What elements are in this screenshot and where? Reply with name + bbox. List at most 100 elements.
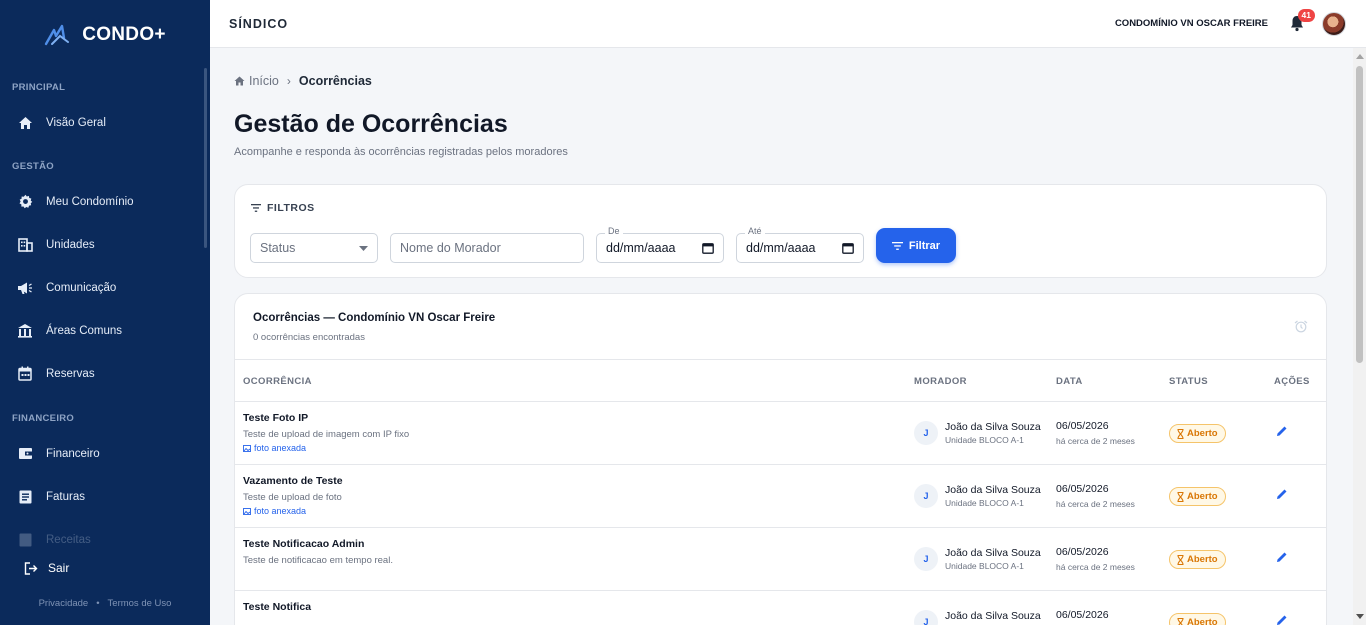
image-icon [243,507,251,515]
occurrences-count: 0 ocorrências encontradas [253,332,365,343]
hourglass-icon [1177,428,1184,439]
occurrence-date: 06/05/2026 [1056,483,1109,495]
common-area-icon [17,323,33,339]
photo-attachment-link[interactable]: foto anexada [243,443,306,453]
chevron-down-icon [359,245,368,251]
hourglass-icon [1177,491,1184,502]
logout-icon [24,561,38,575]
occurrence-description: Teste de upload de foto [243,492,342,503]
occurrence-date: 06/05/2026 [1056,546,1109,558]
status-label: Aberto [1187,554,1218,565]
occurrence-relative-date: há cerca de 2 meses [1056,436,1135,446]
column-header-actions: AÇÕES [1274,376,1310,387]
filter-icon [891,241,903,250]
column-header-occurrence: OCORRÊNCIA [243,376,312,387]
resident-name: João da Silva Souza [945,610,1041,622]
edit-icon[interactable] [1276,614,1288,625]
logout-button[interactable]: Sair [0,556,186,580]
edit-icon[interactable] [1276,425,1288,437]
condo-selector[interactable]: CONDOMÍNIO VN OSCAR FREIRE [1115,18,1268,29]
calendar-icon [17,366,33,382]
page-scrollbar[interactable] [1353,48,1366,625]
status-select[interactable]: Status [250,233,378,263]
status-label: Aberto [1187,491,1218,502]
breadcrumb-home[interactable]: Início [234,74,279,88]
status-badge: Aberto [1169,613,1226,625]
sidebar-item-meu-condominio[interactable]: Meu Condomínio [0,180,210,223]
date-from-input[interactable]: De dd/mm/aaaa [596,226,724,263]
calendar-icon[interactable] [842,242,854,254]
sidebar-item-visao-geral[interactable]: Visão Geral [0,101,210,144]
terms-link[interactable]: Termos de Uso [108,598,172,609]
occurrence-relative-date: há cerca de 2 meses [1056,562,1135,572]
sidebar-item-label: Reservas [46,367,95,380]
occurrence-title: Vazamento de Teste [243,475,343,487]
occurrence-title: Teste Notifica [243,601,312,613]
legal-links: Privacidade • Termos de Uso [0,598,210,609]
table-row[interactable]: Teste Notificacao Admin Teste de notific… [235,528,1326,591]
occurrence-description: Teste de upload de imagem com IP fixo [243,429,410,440]
date-to-placeholder: dd/mm/aaaa [746,241,816,255]
sidebar-item-faturas[interactable]: Faturas [0,475,210,518]
filters-title-label: FILTROS [267,202,315,214]
main-content: Início › Ocorrências Gestão de Ocorrênci… [210,48,1353,625]
resident-unit: Unidade BLOCO A-1 [945,561,1024,571]
scroll-up-arrow-icon[interactable] [1356,54,1364,59]
sidebar-item-label: Áreas Comuns [46,324,123,337]
column-header-resident: MORADOR [914,376,967,387]
filter-icon [251,204,261,212]
sidebar: CONDO+ PRINCIPAL Visão Geral GESTÃO Meu … [0,0,210,625]
sidebar-item-comunicacao[interactable]: Comunicação [0,266,210,309]
topbar: SÍNDICO CONDOMÍNIO VN OSCAR FREIRE 41 [210,0,1366,48]
sidebar-item-label: Unidades [46,238,95,251]
brand[interactable]: CONDO+ [0,0,210,70]
calendar-icon[interactable] [702,242,714,254]
photo-attachment-link[interactable]: foto anexada [243,506,306,516]
edit-icon[interactable] [1276,551,1288,563]
edit-icon[interactable] [1276,488,1288,500]
sidebar-item-areas-comuns[interactable]: Áreas Comuns [0,309,210,352]
user-avatar[interactable] [1322,12,1346,36]
section-title-gestao: GESTÃO [12,161,54,172]
scrollbar-thumb[interactable] [1356,66,1363,363]
section-title-principal: PRINCIPAL [12,82,66,93]
home-icon [234,76,245,86]
breadcrumb: Início › Ocorrências [234,74,372,88]
hourglass-icon [1177,554,1184,565]
sidebar-item-label: Financeiro [46,447,100,460]
filter-button[interactable]: Filtrar [876,228,956,263]
sidebar-scrollbar[interactable] [204,68,207,248]
invoice-icon [17,489,33,505]
column-header-status: STATUS [1169,376,1208,387]
date-from-label: De [605,226,623,236]
table-row[interactable]: Teste Notifica J João da Silva Souza 06/… [235,591,1326,625]
sidebar-item-label: Meu Condomínio [46,195,134,208]
occurrences-title: Ocorrências — Condomínio VN Oscar Freire [253,312,496,324]
date-to-label: Até [745,226,765,236]
resident-avatar: J [914,421,938,445]
breadcrumb-home-label: Início [249,74,279,88]
resident-name: João da Silva Souza [945,547,1041,559]
privacy-link[interactable]: Privacidade [39,598,89,609]
page-title: Gestão de Ocorrências [234,110,508,138]
status-badge: Aberto [1169,550,1226,569]
status-select-value: Status [260,241,296,255]
notification-badge: 41 [1297,9,1315,22]
role-title: SÍNDICO [229,16,289,31]
resident-name-input[interactable]: Nome do Morador [390,233,584,263]
sidebar-item-financeiro[interactable]: Financeiro [0,432,210,475]
occurrences-card: Ocorrências — Condomínio VN Oscar Freire… [234,293,1327,625]
date-to-input[interactable]: Até dd/mm/aaaa [736,226,864,263]
scroll-down-arrow-icon[interactable] [1356,614,1364,619]
sidebar-item-label: Visão Geral [46,116,106,129]
sidebar-item-receitas[interactable]: Receitas [0,518,210,561]
sidebar-item-unidades[interactable]: Unidades [0,223,210,266]
status-badge: Aberto [1169,424,1226,443]
table-row[interactable]: Vazamento de Teste Teste de upload de fo… [235,465,1326,528]
alarm-icon [1294,320,1308,333]
filter-button-label: Filtrar [908,239,941,252]
sidebar-item-reservas[interactable]: Reservas [0,352,210,395]
logo-icon [44,24,70,46]
table-row[interactable]: Teste Foto IP Teste de upload de imagem … [235,402,1326,465]
occurrence-relative-date: há cerca de 2 meses [1056,499,1135,509]
